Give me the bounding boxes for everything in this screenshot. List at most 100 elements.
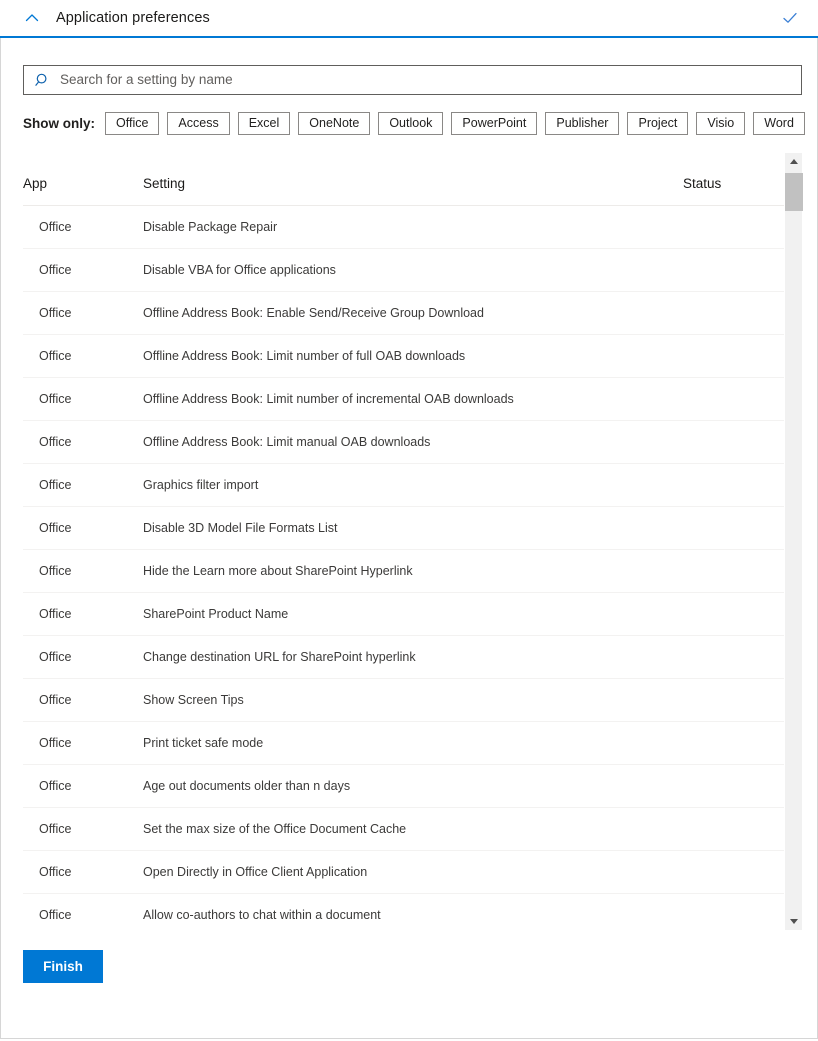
show-only-label: Show only: bbox=[23, 116, 95, 131]
cell-app: Office bbox=[23, 592, 143, 636]
search-box[interactable] bbox=[23, 65, 802, 95]
cell-app: Office bbox=[23, 807, 143, 851]
table-row[interactable]: Office Age out documents older than n day… bbox=[23, 764, 784, 808]
filter-button-excel[interactable]: Excel bbox=[237, 112, 291, 135]
scroll-down-triangle bbox=[790, 919, 798, 924]
cell-app: Office bbox=[23, 420, 143, 464]
table-row[interactable]: Office Offline Address Book: Limit number… bbox=[23, 334, 784, 378]
cell-setting: Graphics filter import bbox=[143, 463, 683, 507]
settings-table-scroll-area[interactable]: App Setting Status Office Disable Package… bbox=[23, 153, 784, 930]
page-footer: Finish bbox=[1, 930, 817, 983]
filter-button-publisher[interactable]: Publisher bbox=[545, 112, 620, 135]
finish-button[interactable]: Finish bbox=[23, 950, 103, 983]
table-row[interactable]: Office Show Screen Tips bbox=[23, 678, 784, 722]
filter-button-access[interactable]: Access bbox=[167, 112, 230, 135]
cell-status bbox=[683, 678, 784, 722]
scrollbar-thumb[interactable] bbox=[785, 173, 803, 211]
cell-app: Office bbox=[23, 291, 143, 335]
cell-setting: Disable VBA for Office applications bbox=[143, 248, 683, 292]
cell-status bbox=[683, 721, 784, 765]
cell-status bbox=[683, 248, 784, 292]
cell-app: Office bbox=[23, 506, 143, 550]
table-row[interactable]: Office Offline Address Book: Limit manual… bbox=[23, 420, 784, 464]
cell-setting: Offline Address Book: Limit number of fu… bbox=[143, 334, 683, 378]
cell-app: Office bbox=[23, 635, 143, 679]
table-row[interactable]: Office Disable Package Repair bbox=[23, 205, 784, 249]
filter-button-visio[interactable]: Visio bbox=[696, 112, 746, 135]
filter-button-outlook[interactable]: Outlook bbox=[378, 112, 444, 135]
table-row[interactable]: Office Change destination URL for SharePo… bbox=[23, 635, 784, 679]
cell-status bbox=[683, 463, 784, 507]
cell-app: Office bbox=[23, 205, 143, 249]
table-row[interactable]: Office Graphics filter import bbox=[23, 463, 784, 507]
cell-status bbox=[683, 334, 784, 378]
cell-app: Office bbox=[23, 248, 143, 292]
cell-setting: Print ticket safe mode bbox=[143, 721, 683, 765]
filter-button-powerpoint[interactable]: PowerPoint bbox=[451, 112, 538, 135]
cell-app: Office bbox=[23, 893, 143, 930]
cell-app: Office bbox=[23, 850, 143, 894]
cell-app: Office bbox=[23, 678, 143, 722]
show-only-filter-row: Show only: Office Access Excel OneNote O… bbox=[23, 112, 805, 135]
table-row[interactable]: Office SharePoint Product Name bbox=[23, 592, 784, 636]
cell-status bbox=[683, 592, 784, 636]
cell-setting: Age out documents older than n days bbox=[143, 764, 683, 808]
table-header-row: App Setting Status bbox=[23, 153, 784, 206]
column-header-status[interactable]: Status bbox=[683, 153, 784, 206]
cell-setting: Show Screen Tips bbox=[143, 678, 683, 722]
column-header-app[interactable]: App bbox=[23, 153, 143, 206]
filter-button-word[interactable]: Word bbox=[753, 112, 805, 135]
application-preferences-page: Application preferences Sho bbox=[0, 0, 818, 1041]
content-area: Show only: Office Access Excel OneNote O… bbox=[1, 38, 817, 930]
table-row[interactable]: Office Disable 3D Model File Formats List bbox=[23, 506, 784, 550]
scroll-down-arrow-icon[interactable] bbox=[785, 913, 803, 930]
table-row[interactable]: Office Offline Address Book: Enable Send/… bbox=[23, 291, 784, 335]
cell-status bbox=[683, 205, 784, 249]
cell-status bbox=[683, 291, 784, 335]
cell-app: Office bbox=[23, 549, 143, 593]
filter-button-onenote[interactable]: OneNote bbox=[298, 112, 371, 135]
cell-setting: Allow co-authors to chat within a docume… bbox=[143, 893, 683, 930]
cell-status bbox=[683, 549, 784, 593]
header-left-group: Application preferences bbox=[18, 4, 778, 32]
settings-table-head: App Setting Status bbox=[23, 153, 784, 206]
table-row[interactable]: Office Allow co-authors to chat within a … bbox=[23, 893, 784, 930]
cell-setting: Offline Address Book: Enable Send/Receiv… bbox=[143, 291, 683, 335]
cell-setting: Open Directly in Office Client Applicati… bbox=[143, 850, 683, 894]
cell-app: Office bbox=[23, 764, 143, 808]
cell-status bbox=[683, 807, 784, 851]
settings-table-body: Office Disable Package Repair Office Disabl… bbox=[23, 205, 784, 930]
table-row[interactable]: Office Disable VBA for Office application… bbox=[23, 248, 784, 292]
column-header-setting[interactable]: Setting bbox=[143, 153, 683, 206]
cell-setting: Set the max size of the Office Document … bbox=[143, 807, 683, 851]
table-row[interactable]: Office Open Directly in Office Client App… bbox=[23, 850, 784, 894]
cell-setting: Offline Address Book: Limit number of in… bbox=[143, 377, 683, 421]
table-row[interactable]: Office Hide the Learn more about SharePoi… bbox=[23, 549, 784, 593]
cell-setting: Disable 3D Model File Formats List bbox=[143, 506, 683, 550]
cell-app: Office bbox=[23, 463, 143, 507]
scroll-up-arrow-icon[interactable] bbox=[785, 153, 803, 170]
cell-status bbox=[683, 635, 784, 679]
page-header: Application preferences bbox=[0, 0, 818, 38]
page-title: Application preferences bbox=[56, 10, 210, 26]
chevron-up-icon[interactable] bbox=[18, 4, 46, 32]
table-row[interactable]: Office Set the max size of the Office Doc… bbox=[23, 807, 784, 851]
settings-table-scrollbar[interactable] bbox=[784, 153, 803, 930]
cell-app: Office bbox=[23, 377, 143, 421]
cell-setting: SharePoint Product Name bbox=[143, 592, 683, 636]
table-row[interactable]: Office Print ticket safe mode bbox=[23, 721, 784, 765]
search-input[interactable] bbox=[60, 67, 791, 93]
cell-status bbox=[683, 420, 784, 464]
cell-app: Office bbox=[23, 334, 143, 378]
filter-button-office[interactable]: Office bbox=[105, 112, 160, 135]
cell-setting: Change destination URL for SharePoint hy… bbox=[143, 635, 683, 679]
cell-setting: Disable Package Repair bbox=[143, 205, 683, 249]
settings-table: App Setting Status Office Disable Package… bbox=[23, 153, 784, 930]
checkmark-icon[interactable] bbox=[778, 6, 802, 30]
filter-button-project[interactable]: Project bbox=[627, 112, 689, 135]
settings-table-container: App Setting Status Office Disable Package… bbox=[23, 153, 803, 930]
table-row[interactable]: Office Offline Address Book: Limit number… bbox=[23, 377, 784, 421]
cell-status bbox=[683, 850, 784, 894]
cell-status bbox=[683, 506, 784, 550]
page-body: Show only: Office Access Excel OneNote O… bbox=[0, 38, 818, 1039]
